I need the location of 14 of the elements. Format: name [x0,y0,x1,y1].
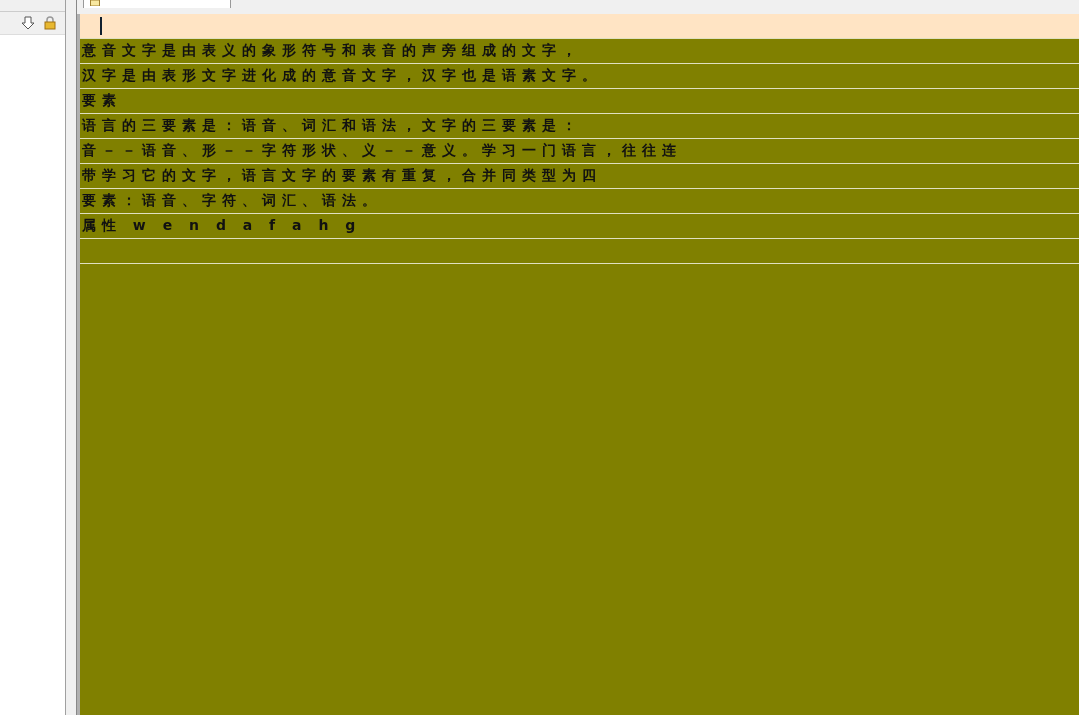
document-tab[interactable] [83,0,231,8]
text-line: 音－－语音、形－－字符形状、义－－意义。学习一门语言，往往连 [80,139,1079,164]
text-line: 汉字是由表形文字进化成的意音文字，汉字也是语素文字。 [80,64,1079,89]
text-line: 要素：语音、字符、词汇、语法。 [80,189,1079,214]
lock-icon[interactable] [43,16,57,30]
text-line: 语言的三要素是：语音、词汇和语法，文字的三要素是： [80,114,1079,139]
text-line: 意音文字是由表义的象形符号和表音的声旁组成的文字， [80,39,1079,64]
text-line: 带学习它的文字，语言文字的要素有重复，合并同类型为四 [80,164,1079,189]
text-line: 属性 w e n d a f a h g [80,214,1079,239]
document-icon [90,0,100,6]
text-cursor [100,17,102,35]
text-editor[interactable]: 意音文字是由表义的象形符号和表音的声旁组成的文字， 汉字是由表形文字进化成的意音文字，汉字也是语素文字。 要素 语言的三要素是：语音、词汇和语法，文字的三要素是： 音－－语音、形－－字符形状、义－－意义。学习一门语言，往往连 带学习它的文字，语言文字的要素有重复，合并同类型为四 要素：语音、字符、词汇、语法。 属性 w e n d a f a h g [77,14,1079,715]
down-arrow-icon[interactable] [21,16,35,30]
text-line: 要素 [80,89,1079,114]
